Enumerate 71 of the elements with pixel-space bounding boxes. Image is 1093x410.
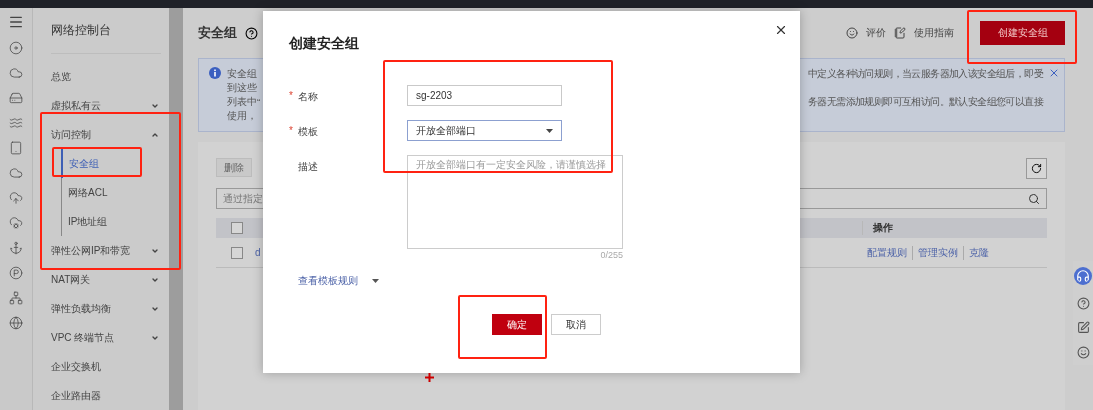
cloud-upload-icon[interactable] (9, 191, 23, 205)
notice-text: 务器无需添加规则即可互相访问。默认安全组您可以直接 (808, 95, 1042, 109)
tablet-icon[interactable] (9, 141, 23, 155)
page-title: 安全组 (198, 24, 237, 42)
create-button[interactable]: 创建安全组 (980, 21, 1065, 45)
anchor-icon[interactable] (9, 241, 23, 255)
search-icon[interactable] (1028, 192, 1040, 205)
notice-text: 到这些 (227, 81, 258, 95)
close-button[interactable] (774, 23, 788, 37)
required-mark: * (289, 125, 294, 138)
note-icon[interactable] (1076, 321, 1090, 335)
cancel-button[interactable]: 取消 (551, 314, 601, 335)
checkbox[interactable] (231, 222, 243, 234)
nav-subitem[interactable]: 网络ACL (62, 178, 169, 207)
nav-subitem[interactable]: IP地址组 (62, 207, 169, 236)
notice-text: 中定义各种访问规则，当云服务器加入该安全组后，即受 (808, 67, 1042, 81)
field-label: 名称 (298, 90, 318, 104)
nav-item[interactable]: 企业路由器 (51, 381, 169, 410)
caret-icon (546, 128, 553, 133)
notice-text: 安全组 (227, 67, 258, 81)
rules-link[interactable]: 查看模板规则 (298, 274, 358, 288)
nav-item[interactable]: 总览 (51, 62, 169, 91)
close-icon[interactable] (1048, 67, 1060, 79)
nav-item[interactable]: VPC 终端节点 (51, 323, 169, 352)
sidebar-title: 网络控制台 (51, 20, 161, 54)
input-field[interactable]: sg-2203 (407, 85, 562, 106)
refresh-button[interactable] (1026, 158, 1047, 179)
headset-icon[interactable] (1074, 266, 1092, 285)
select-field[interactable]: 开放全部端口 (407, 120, 562, 141)
nav-item[interactable]: 弹性公网IP和带宽 (51, 236, 169, 265)
note-icon[interactable] (894, 27, 906, 39)
action-link[interactable]: 配置规则 (862, 245, 912, 260)
waves-icon[interactable] (9, 116, 23, 130)
nav-item[interactable]: 企业交换机 (51, 352, 169, 381)
circle-letter-icon[interactable] (9, 266, 23, 280)
checkbox[interactable] (231, 246, 243, 259)
notice-text: 使用， (227, 109, 258, 123)
nav-item[interactable]: 访问控制 (51, 120, 169, 149)
column-header: 操作 (862, 221, 1047, 235)
char-counter: 0/255 (599, 250, 623, 260)
menu-icon[interactable] (8, 14, 24, 30)
globe-icon[interactable] (9, 316, 23, 330)
nav-item[interactable]: 虚拟私有云 (51, 91, 169, 120)
nav-item[interactable]: 弹性负载均衡 (51, 294, 169, 323)
confirm-button[interactable]: 确定 (492, 314, 542, 335)
nav-item[interactable]: NAT网关 (51, 265, 169, 294)
cloud-icon[interactable] (9, 166, 23, 180)
delete-button[interactable]: 删除 (216, 158, 252, 177)
drive-icon[interactable] (9, 91, 23, 105)
crosshair-icon (425, 373, 434, 382)
help-icon[interactable] (245, 26, 258, 40)
action-link[interactable]: 管理实例 (912, 245, 963, 260)
rate-link[interactable]: 评价 (866, 26, 886, 40)
disc-icon[interactable] (9, 41, 23, 55)
refresh-icon (1031, 163, 1042, 174)
dialog-title: 创建安全组 (289, 35, 360, 53)
field-label: 模板 (298, 125, 318, 139)
cloud-icon[interactable] (9, 216, 23, 230)
smile-icon[interactable] (846, 27, 858, 39)
guide-link[interactable]: 使用指南 (914, 26, 954, 40)
scrollbar[interactable] (169, 8, 183, 410)
info-icon (209, 67, 221, 79)
action-link[interactable]: 克隆 (963, 245, 994, 260)
caret-icon (372, 279, 379, 283)
network-icon[interactable] (9, 291, 23, 305)
smile-icon[interactable] (1076, 346, 1090, 360)
name-link[interactable]: d (255, 247, 261, 258)
field-label: 描述 (298, 160, 318, 174)
cloud-icon[interactable] (9, 66, 23, 80)
notice-text: 列表中“ (227, 95, 261, 109)
required-mark: * (289, 90, 294, 103)
